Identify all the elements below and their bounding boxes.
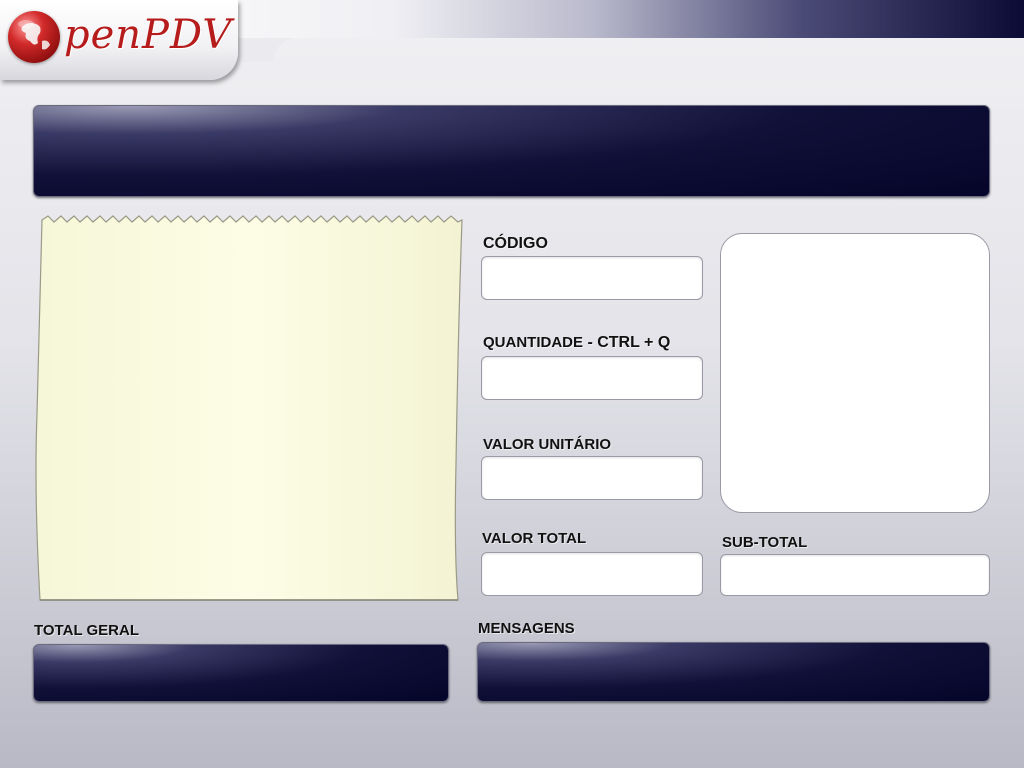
receipt-paper (34, 214, 464, 606)
logo-swoosh (238, 38, 298, 62)
total-geral-label: TOTAL GERAL (34, 622, 139, 639)
logo-tab: penPDV (0, 0, 238, 80)
header-display (33, 105, 990, 197)
product-image-panel (720, 233, 990, 513)
subtotal-label: SUB-TOTAL (722, 534, 808, 551)
logo-text: penPDV (64, 12, 233, 58)
mensagens-display (477, 642, 990, 702)
valor-unitario-input[interactable] (481, 456, 703, 500)
codigo-input[interactable] (481, 256, 703, 300)
quantidade-input[interactable] (481, 356, 703, 400)
total-geral-display (33, 644, 449, 702)
valor-unitario-label: VALOR UNITÁRIO (483, 436, 612, 453)
quantidade-shortcut-hint: - CTRL + Q (583, 334, 671, 351)
quantidade-label: QUANTIDADE - CTRL + Q (483, 334, 670, 352)
valor-total-input[interactable] (481, 552, 703, 596)
globe-logo-icon (8, 11, 60, 63)
quantidade-label-text: QUANTIDADE (483, 334, 583, 351)
mensagens-label: MENSAGENS (478, 620, 575, 637)
valor-total-label: VALOR TOTAL (482, 530, 587, 547)
codigo-label: CÓDIGO (483, 235, 548, 252)
subtotal-display (720, 554, 990, 596)
